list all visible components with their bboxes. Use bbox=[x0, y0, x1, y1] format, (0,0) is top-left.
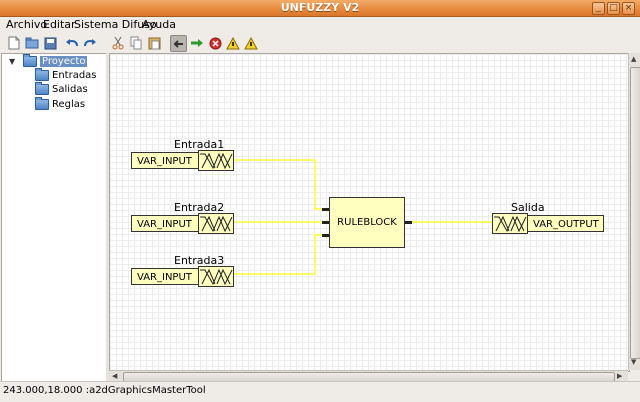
delete-icon[interactable] bbox=[207, 35, 223, 51]
menu-editar[interactable]: Editar bbox=[43, 18, 76, 31]
new-file-icon[interactable] bbox=[6, 35, 22, 51]
close-button[interactable]: × bbox=[622, 2, 635, 15]
paste-icon[interactable] bbox=[146, 35, 162, 51]
tree-item-proyecto[interactable]: Proyecto bbox=[23, 54, 88, 68]
save-icon[interactable] bbox=[42, 35, 58, 51]
project-tree: ▼ Proyecto Entradas Salidas Reglas bbox=[1, 53, 107, 382]
folder-icon bbox=[35, 97, 49, 110]
toolbar bbox=[0, 33, 640, 54]
input-block[interactable]: VAR_INPUT bbox=[131, 152, 199, 169]
expander-icon[interactable]: ▼ bbox=[9, 57, 15, 66]
ruleblock-output-pin[interactable] bbox=[405, 221, 412, 224]
redo-icon[interactable] bbox=[82, 35, 98, 51]
output-block[interactable]: VAR_OUTPUT bbox=[527, 215, 604, 232]
membership-function-icon[interactable] bbox=[198, 150, 234, 171]
cut-icon[interactable] bbox=[110, 35, 126, 51]
minimize-button[interactable]: _ bbox=[592, 2, 605, 15]
status-bar: 243.000,18.000 :a2dGraphicsMasterTool bbox=[0, 381, 640, 402]
pointer-tool-icon[interactable] bbox=[170, 35, 187, 52]
menu-ayuda[interactable]: Ayuda bbox=[142, 18, 176, 31]
membership-function-icon[interactable] bbox=[492, 213, 528, 234]
folder-icon bbox=[35, 82, 49, 95]
wire-entrada1 bbox=[234, 159, 322, 210]
undo-icon[interactable] bbox=[64, 35, 80, 51]
maximize-button[interactable]: □ bbox=[607, 2, 620, 15]
tree-item-label: Entradas bbox=[52, 70, 97, 81]
membership-function-icon[interactable] bbox=[198, 213, 234, 234]
scroll-right-icon[interactable]: ▶ bbox=[617, 372, 622, 380]
wire-entrada3 bbox=[234, 234, 322, 275]
ruleblock-input-pin[interactable] bbox=[322, 221, 329, 224]
tree-item-label: Reglas bbox=[52, 99, 86, 110]
ruleblock-input-pin[interactable] bbox=[322, 234, 329, 237]
window-title: UNFUZZY V2 bbox=[280, 1, 360, 14]
folder-icon bbox=[23, 54, 37, 67]
add-icon[interactable] bbox=[189, 35, 205, 51]
tree-item-label: Proyecto bbox=[40, 56, 88, 67]
ruleblock-input-pin[interactable] bbox=[322, 208, 329, 211]
tree-item-reglas[interactable]: Reglas bbox=[35, 97, 86, 111]
scroll-up-icon[interactable]: ▲ bbox=[631, 55, 636, 63]
folder-icon bbox=[35, 68, 49, 81]
warning-icon[interactable] bbox=[225, 35, 241, 51]
scroll-left-icon[interactable]: ◀ bbox=[112, 372, 117, 380]
input-block[interactable]: VAR_INPUT bbox=[131, 215, 199, 232]
vertical-scroll-thumb[interactable] bbox=[630, 67, 640, 359]
warning-icon-2[interactable] bbox=[243, 35, 259, 51]
ruleblock[interactable]: RULEBLOCK bbox=[329, 197, 405, 248]
diagram-canvas[interactable]: Entrada1 VAR_INPUT Entrada2 VAR_INPUT En… bbox=[109, 53, 630, 372]
scroll-down-icon[interactable]: ▼ bbox=[631, 358, 636, 366]
status-text: 243.000,18.000 :a2dGraphicsMasterTool bbox=[3, 385, 206, 396]
membership-function-icon[interactable] bbox=[198, 266, 234, 287]
copy-icon[interactable] bbox=[128, 35, 144, 51]
menu-bar: Archivo Editar Sistema Difuso Ayuda bbox=[0, 17, 640, 33]
input-block[interactable]: VAR_INPUT bbox=[131, 268, 199, 285]
tree-item-label: Salidas bbox=[52, 84, 88, 95]
tree-item-salidas[interactable]: Salidas bbox=[35, 82, 88, 96]
vertical-scrollbar[interactable]: ▲ ▼ bbox=[628, 53, 640, 370]
menu-archivo[interactable]: Archivo bbox=[6, 18, 47, 31]
title-bar: UNFUZZY V2 _ □ × bbox=[0, 0, 640, 17]
tree-item-entradas[interactable]: Entradas bbox=[35, 68, 97, 82]
open-folder-icon[interactable] bbox=[24, 35, 40, 51]
